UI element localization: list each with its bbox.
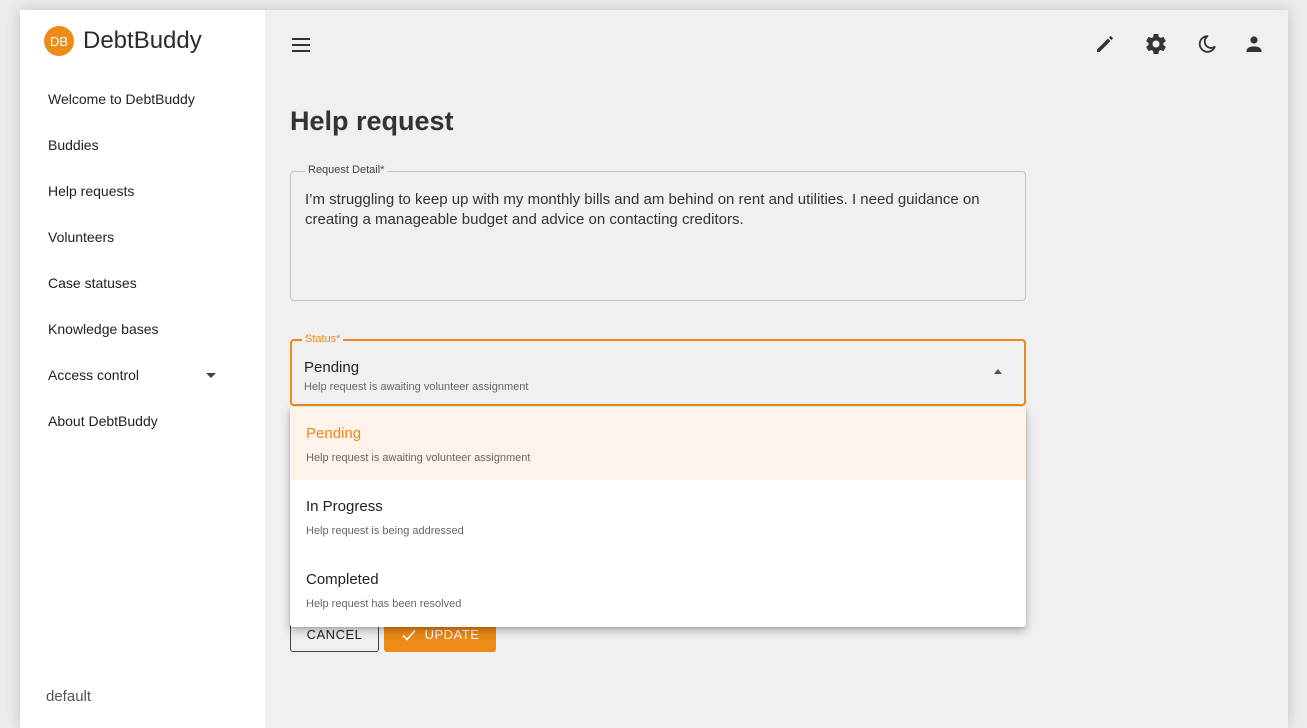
- sidebar-item-case-statuses[interactable]: Case statuses: [20, 260, 265, 306]
- request-detail-label: Request Detail*: [305, 164, 388, 176]
- app-name: DebtBuddy: [83, 27, 202, 54]
- option-label: In Progress: [306, 498, 383, 515]
- app-window: DB DebtBuddy Welcome to DebtBuddy Buddie…: [20, 10, 1288, 728]
- status-selected-description: Help request is awaiting volunteer assig…: [304, 381, 529, 393]
- status-selected-value: Pending: [304, 359, 360, 376]
- option-label: Pending: [306, 425, 362, 442]
- status-option-completed[interactable]: Completed Help request has been resolved: [290, 553, 1026, 626]
- account-icon[interactable]: [1242, 32, 1266, 56]
- pencil-icon[interactable]: [1093, 32, 1117, 56]
- option-description: Help request is awaiting volunteer assig…: [306, 452, 531, 464]
- sidebar-footer: default: [46, 688, 92, 705]
- option-description: Help request is being addressed: [306, 525, 464, 537]
- menu-icon[interactable]: [292, 38, 310, 52]
- sidebar-item-about[interactable]: About DebtBuddy: [20, 398, 265, 444]
- sidebar-item-access-control[interactable]: Access control: [20, 352, 265, 398]
- settings-icon[interactable]: [1144, 32, 1168, 56]
- status-dropdown-menu: Pending Help request is awaiting volunte…: [290, 407, 1026, 627]
- sidebar-item-volunteers[interactable]: Volunteers: [20, 214, 265, 260]
- sidebar: DB DebtBuddy Welcome to DebtBuddy Buddie…: [20, 10, 265, 728]
- sidebar-item-buddies[interactable]: Buddies: [20, 122, 265, 168]
- update-button-label: UPDATE: [424, 627, 480, 642]
- dark-mode-icon[interactable]: [1195, 32, 1219, 56]
- status-select[interactable]: Status* Pending Help request is awaiting…: [290, 333, 1026, 406]
- option-label: Completed: [306, 571, 379, 588]
- request-detail-field[interactable]: Request Detail* I’m struggling to keep u…: [290, 164, 1026, 301]
- app-logo: DB: [44, 26, 74, 56]
- page-title: Help request: [290, 106, 454, 136]
- sidebar-item-help-requests[interactable]: Help requests: [20, 168, 265, 214]
- sidebar-nav: Welcome to DebtBuddy Buddies Help reques…: [20, 76, 265, 444]
- check-icon: [402, 629, 416, 641]
- status-option-in-progress[interactable]: In Progress Help request is being addres…: [290, 480, 1026, 553]
- status-option-pending[interactable]: Pending Help request is awaiting volunte…: [290, 407, 1026, 480]
- caret-up-icon: [994, 369, 1002, 374]
- caret-down-icon: [206, 373, 216, 378]
- sidebar-item-knowledge-bases[interactable]: Knowledge bases: [20, 306, 265, 352]
- option-description: Help request has been resolved: [306, 598, 462, 610]
- status-label: Status*: [302, 333, 344, 345]
- request-detail-value[interactable]: I’m struggling to keep up with my monthl…: [305, 190, 1005, 230]
- sidebar-item-label: Access control: [48, 367, 140, 383]
- brand[interactable]: DB DebtBuddy: [44, 26, 202, 56]
- sidebar-item-welcome[interactable]: Welcome to DebtBuddy: [20, 76, 265, 122]
